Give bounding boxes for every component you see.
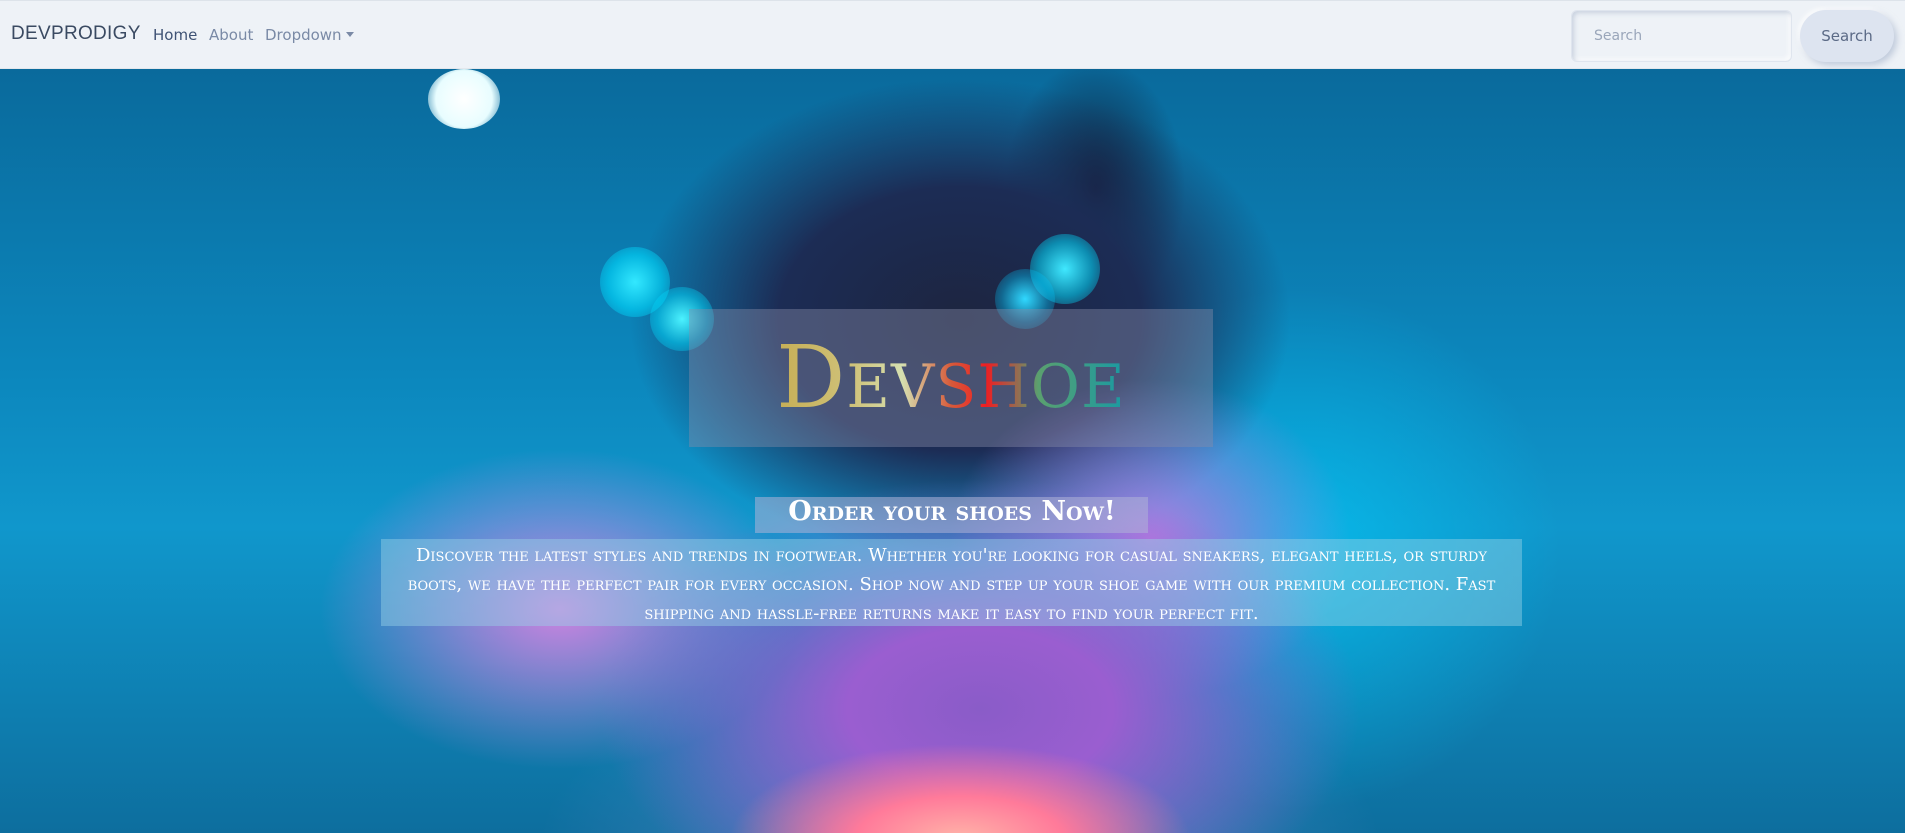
- top-navbar: DEVPRODIGY Home About Dropdown Search: [0, 0, 1905, 69]
- brand-logo[interactable]: DEVPRODIGY: [11, 23, 141, 45]
- bokeh-light: [428, 69, 500, 129]
- search-button[interactable]: Search: [1800, 10, 1894, 62]
- hero-banner-image: [0, 69, 1905, 833]
- hero-title: Devshoe: [776, 328, 1126, 428]
- hero-description: Discover the latest styles and trends in…: [407, 545, 1496, 624]
- search-input[interactable]: [1571, 10, 1792, 62]
- nav-dropdown-toggle[interactable]: Dropdown: [265, 26, 354, 44]
- nav-dropdown-label: Dropdown: [265, 26, 342, 44]
- hero-title-panel: Devshoe: [689, 309, 1213, 447]
- nav-link-home[interactable]: Home: [153, 26, 197, 44]
- nav-link-about[interactable]: About: [209, 26, 253, 44]
- chevron-down-icon: [345, 32, 354, 37]
- hero-subtitle: Order your shoes Now!: [788, 496, 1116, 527]
